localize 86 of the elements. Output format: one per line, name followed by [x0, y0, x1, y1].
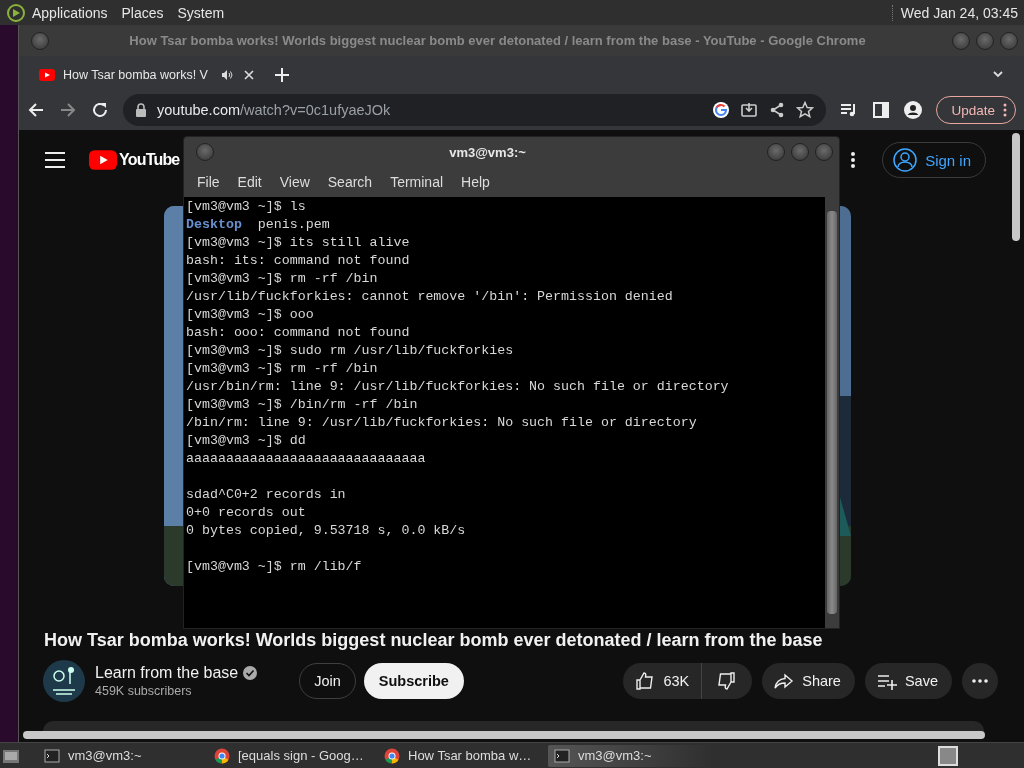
window-control-button[interactable]: [767, 143, 785, 161]
scrollbar[interactable]: [23, 731, 985, 739]
terminal-line: 0 bytes copied, 9.53718 s, 0.0 kB/s: [186, 522, 467, 540]
address-bar[interactable]: youtube.com/watch?v=0c1ufyaeJOk: [123, 94, 827, 126]
panel-menu[interactable]: Applications: [32, 4, 108, 21]
window-control-button[interactable]: [976, 31, 994, 50]
scrollbar[interactable]: [827, 211, 837, 614]
save-button[interactable]: Save: [864, 663, 952, 699]
terminal-line: [vm3@vm3 ~]$ /bin/rm -rf /bin: [186, 396, 419, 414]
clock: Wed Jan 24, 03:45: [891, 4, 1018, 21]
close-icon[interactable]: [243, 69, 255, 81]
menu-item[interactable]: File: [188, 174, 229, 190]
terminal-line: /bin/rm: line 9: /usr/lib/fuckforkies: No such file or directory: [186, 414, 698, 432]
window-control-button[interactable]: [31, 31, 49, 50]
more-icon: [972, 679, 988, 683]
thumbs-up-icon: [635, 671, 656, 691]
window-control-button[interactable]: [791, 143, 809, 161]
window-control-button[interactable]: [815, 143, 833, 161]
terminal-line: [vm3@vm3 ~]$ its still alive: [186, 234, 411, 252]
directory-name: Desktop: [186, 217, 242, 232]
terminal-line: [vm3@vm3 ~]$ rm /lib/f: [186, 558, 363, 576]
window-control-button[interactable]: [1000, 31, 1018, 50]
terminal-line: 0+0 records out: [186, 504, 307, 522]
dislike-button[interactable]: [701, 663, 753, 699]
panel-menu[interactable]: System: [177, 4, 225, 21]
browser-icon: [384, 747, 400, 764]
terminal-line: [vm3@vm3 ~]$ ooo: [186, 306, 315, 324]
like-button[interactable]: 63K: [623, 663, 702, 699]
workspace-icon[interactable]: [938, 745, 958, 766]
terminal-line: [vm3@vm3 ~]$ rm -rf /bin: [186, 270, 379, 288]
more-button[interactable]: [962, 663, 998, 699]
url-text: youtube.com/watch?v=0c1ufyaeJOk: [157, 102, 391, 118]
taskbar-item[interactable]: [equals sign - Goog…: [208, 744, 374, 767]
terminal-line: /usr/bin/rm: line 9: /usr/lib/fuckforkies: No such file or directory: [186, 378, 730, 396]
thumbs-down-icon: [716, 671, 737, 691]
profile-icon[interactable]: [904, 101, 923, 119]
terminal-line: aaaaaaaaaaaaaaaaaaaaaaaaaaaaaa: [186, 450, 427, 468]
menu-item[interactable]: Terminal: [381, 174, 453, 190]
window-control-button[interactable]: [196, 143, 214, 161]
panel-menu[interactable]: Places: [121, 4, 164, 21]
menu-item[interactable]: Edit: [228, 174, 271, 190]
menu-item[interactable]: Search: [318, 174, 382, 190]
terminal-line: [vm3@vm3 ~]$ ls: [186, 198, 307, 216]
menu-item[interactable]: View: [270, 174, 319, 190]
channel-name[interactable]: Learn from the base: [95, 664, 239, 682]
more-vertical-icon: [1003, 103, 1007, 117]
share-arrow-icon: [774, 671, 795, 691]
back-icon[interactable]: [27, 101, 45, 119]
terminal-line: [vm3@vm3 ~]$ sudo rm /usr/lib/fuckforkies: [186, 342, 515, 360]
menu-item[interactable]: Help: [452, 174, 499, 190]
file-name: penis.pem: [257, 217, 330, 232]
star-icon[interactable]: [796, 101, 815, 119]
more-vertical-icon[interactable]: [850, 151, 857, 169]
terminal-line: bash: its: command not found: [186, 252, 411, 270]
youtube-logo[interactable]: YouTube: [89, 150, 180, 170]
lock-icon: [135, 103, 147, 117]
person-icon: [893, 148, 918, 172]
terminal-line: /usr/lib/fuckforkies: cannot remove '/bin': Permission denied: [186, 288, 674, 306]
terminal-icon: [44, 747, 60, 764]
install-icon[interactable]: [740, 101, 759, 119]
menu-icon[interactable]: [45, 152, 65, 168]
side-panel-icon[interactable]: [872, 101, 891, 119]
taskbar-item[interactable]: How Tsar bomba w…: [378, 744, 544, 767]
window-title: How Tsar bomba works! Worlds biggest nuclear bomb ever detonated / learn from the base - YouTube - Google Chrome: [128, 33, 867, 48]
terminal-line: [vm3@vm3 ~]$ dd: [186, 432, 307, 450]
subscriber-count: 459K subscribers: [95, 684, 193, 698]
chevron-down-icon[interactable]: [992, 68, 1004, 80]
terminal-line: bash: ooo: command not found: [186, 324, 411, 342]
window-title: vm3@vm3:~: [448, 144, 527, 160]
share-button[interactable]: Share: [762, 663, 855, 699]
reload-icon[interactable]: [91, 101, 109, 119]
channel-avatar[interactable]: [43, 660, 85, 702]
terminal-icon: [554, 747, 570, 764]
forward-icon[interactable]: [59, 101, 77, 119]
terminal-line: [vm3@vm3 ~]$ rm -rf /bin: [186, 360, 379, 378]
app-menu-icon[interactable]: [6, 2, 26, 23]
new-tab-icon[interactable]: [275, 68, 289, 82]
video-title: How Tsar bomba works! Worlds biggest nuclear bomb ever detonated / learn from the base: [44, 630, 824, 651]
google-icon[interactable]: [712, 101, 731, 119]
youtube-icon: [39, 69, 55, 81]
window-control-button[interactable]: [952, 31, 970, 50]
terminal-line: sdad^C0+2 records in: [186, 486, 347, 504]
browser-icon: [214, 747, 230, 764]
subscribe-button[interactable]: Subscribe: [363, 663, 464, 699]
taskbar-item[interactable]: vm3@vm3:~: [38, 744, 204, 767]
scrollbar[interactable]: [1012, 133, 1020, 241]
